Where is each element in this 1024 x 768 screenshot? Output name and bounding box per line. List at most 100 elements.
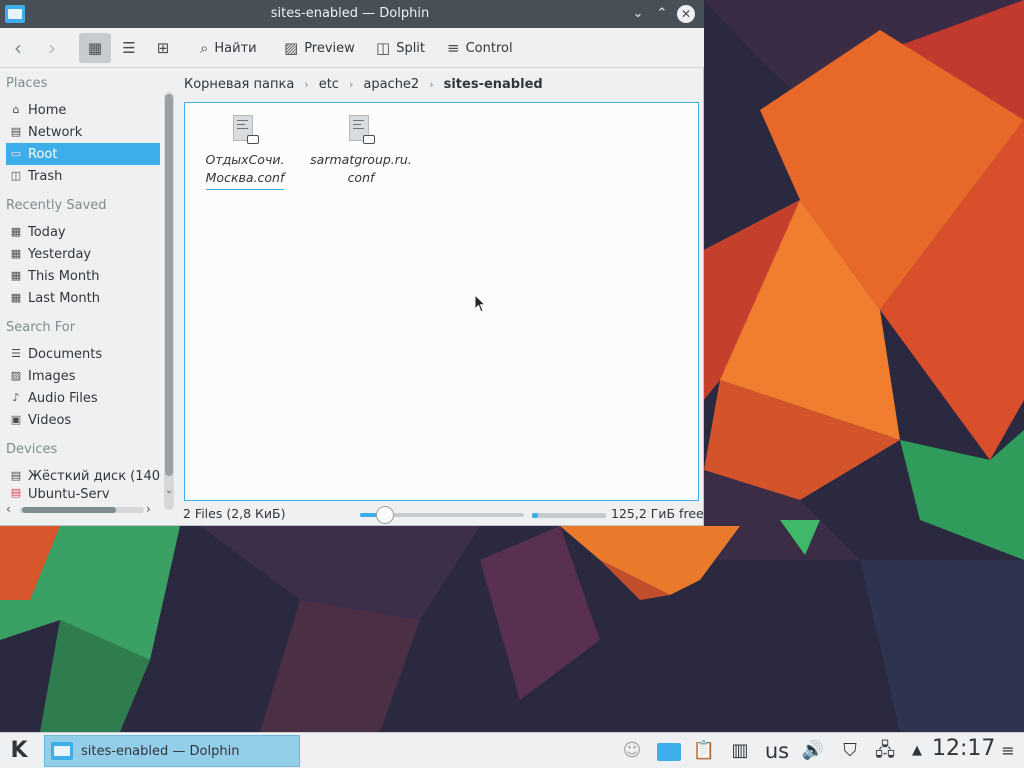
- minimize-button[interactable]: ⌄: [629, 5, 647, 23]
- sidebar-item-audio-files[interactable]: ♪ Audio Files: [6, 387, 160, 409]
- breadcrumb-item-apache2[interactable]: apache2: [363, 77, 419, 92]
- forward-button[interactable]: ›: [42, 33, 66, 63]
- compact-view-button[interactable]: ☰: [113, 33, 145, 63]
- scrollbar-thumb[interactable]: [165, 94, 173, 476]
- network-icon: ▤: [10, 125, 22, 138]
- sidebar-item-label: Trash: [28, 168, 63, 184]
- file-count-text: 2 Files (2,8 КиБ): [183, 506, 286, 521]
- mouse-cursor-icon: [474, 294, 486, 313]
- close-button[interactable]: ✕: [677, 5, 695, 23]
- config-file-icon: [231, 115, 259, 145]
- sidebar-item-label: Yesterday: [28, 246, 92, 262]
- sidebar-item-this-month[interactable]: ▦ This Month: [6, 265, 160, 287]
- removable-drive-icon[interactable]: ▥: [728, 737, 752, 765]
- chevron-up-icon[interactable]: ▲: [908, 737, 926, 765]
- config-file-icon: [347, 115, 375, 145]
- hamburger-menu-icon: ≡: [447, 39, 460, 57]
- breadcrumb: Корневая папка › etc › apache2 › sites-e…: [180, 72, 543, 96]
- file-item[interactable]: ОтдыхСочи. Москва.conf: [190, 115, 300, 190]
- back-icon: ‹: [14, 36, 22, 60]
- taskbar-task-label: sites-enabled — Dolphin: [81, 743, 240, 759]
- sidebar-item-home[interactable]: ⌂ Home: [6, 99, 160, 121]
- home-icon: ⌂: [12, 103, 20, 116]
- places-vertical-scrollbar[interactable]: ⌄: [164, 92, 174, 510]
- control-button[interactable]: ≡ Control: [441, 33, 519, 63]
- preview-button[interactable]: ▨ Preview: [278, 33, 361, 63]
- breadcrumb-item-root[interactable]: Корневая папка: [184, 77, 294, 92]
- clipboard-icon[interactable]: 📋: [692, 737, 716, 765]
- forward-icon: ›: [48, 36, 56, 60]
- maximize-button[interactable]: ⌃: [653, 5, 671, 23]
- drive-icon: ▤: [10, 487, 22, 499]
- file-name-line-2: conf: [347, 170, 375, 185]
- icons-view-icon: ▦: [87, 39, 103, 57]
- user-switch-icon[interactable]: ☺: [620, 737, 644, 765]
- sidebar-item-images[interactable]: ▨ Images: [6, 365, 160, 387]
- disk-usage-bar: [532, 513, 606, 518]
- icons-view-button[interactable]: ▦: [79, 33, 111, 63]
- recently-saved-section-header: Recently Saved: [6, 198, 107, 213]
- places-section-header: Places: [6, 76, 48, 91]
- sidebar-item-hard-disk[interactable]: ▤ Жёсткий диск (140,1 ГиБ): [6, 465, 160, 487]
- taskbar-task-dolphin[interactable]: sites-enabled — Dolphin: [44, 735, 300, 767]
- sidebar-item-label: Last Month: [28, 290, 100, 306]
- dolphin-window[interactable]: sites-enabled — Dolphin ⌄ ⌃ ✕ ‹ › ▦ ☰ ⊞ …: [0, 0, 704, 526]
- speaker-icon[interactable]: 🔊: [800, 737, 826, 765]
- video-icon: ▣: [10, 413, 22, 426]
- zoom-slider-handle[interactable]: [375, 506, 394, 524]
- breadcrumb-separator-icon[interactable]: ›: [429, 78, 433, 91]
- main-toolbar: ‹ › ▦ ☰ ⊞ ⌕ Найти ▨ Preview ◫ Split ≡ Co…: [0, 28, 704, 68]
- compact-view-icon: ☰: [122, 39, 136, 57]
- calendar-icon: ▦: [10, 291, 22, 304]
- breadcrumb-item-etc[interactable]: etc: [319, 77, 339, 92]
- split-label: Split: [396, 40, 426, 56]
- calendar-icon: ▦: [10, 247, 22, 260]
- sidebar-item-last-month[interactable]: ▦ Last Month: [6, 287, 160, 309]
- find-button[interactable]: ⌕ Найти: [194, 33, 263, 63]
- taskbar: K sites-enabled — Dolphin ☺ 📋 ▥ us 🔊 ⛉ 🖧…: [0, 732, 1024, 768]
- sidebar-item-label: Root: [28, 146, 58, 162]
- zoom-slider[interactable]: [360, 506, 524, 524]
- file-item[interactable]: sarmatgroup.ru. conf: [306, 115, 416, 190]
- back-button[interactable]: ‹: [8, 33, 32, 63]
- sidebar-item-network[interactable]: ▤ Network: [6, 121, 160, 143]
- file-name-line-1: ОтдыхСочи.: [205, 152, 285, 167]
- sidebar-item-documents[interactable]: ☰ Documents: [6, 343, 160, 365]
- breadcrumb-item-current[interactable]: sites-enabled: [444, 77, 543, 92]
- software-store-icon[interactable]: [656, 737, 682, 765]
- file-view[interactable]: ОтдыхСочи. Москва.conf sarmatgroup.ru. c…: [184, 102, 699, 501]
- sidebar-item-label: Жёсткий диск (140,1 ГиБ): [28, 468, 160, 484]
- disk-usage-fill: [532, 513, 538, 518]
- image-icon: ▨: [10, 369, 22, 382]
- split-button[interactable]: ◫ Split: [370, 33, 431, 63]
- breadcrumb-separator-icon[interactable]: ›: [349, 78, 353, 91]
- status-bar: 2 Files (2,8 КиБ) 125,2 ГиБ free: [0, 502, 704, 526]
- sidebar-item-trash[interactable]: ◫ Trash: [6, 165, 160, 187]
- free-space-text: 125,2 ГиБ free: [611, 506, 704, 521]
- details-view-button[interactable]: ⊞: [147, 33, 179, 63]
- document-icon: ☰: [11, 347, 21, 360]
- sidebar-item-yesterday[interactable]: ▦ Yesterday: [6, 243, 160, 265]
- window-titlebar[interactable]: sites-enabled — Dolphin ⌄ ⌃ ✕: [0, 0, 704, 28]
- file-name-line-2: Москва.conf: [205, 170, 285, 185]
- sidebar-item-label: Ubuntu-Serv: [28, 487, 110, 501]
- network-icon[interactable]: 🖧: [872, 737, 898, 765]
- sidebar-item-root[interactable]: ▭ Root: [6, 143, 160, 165]
- music-note-icon: ♪: [12, 391, 20, 404]
- sidebar-item-label: Audio Files: [28, 390, 98, 406]
- sidebar-item-today[interactable]: ▦ Today: [6, 221, 160, 243]
- search-icon: ⌕: [200, 39, 209, 57]
- update-shield-icon[interactable]: ⛉: [836, 737, 864, 765]
- search-for-section-header: Search For: [6, 320, 76, 335]
- sidebar-item-videos[interactable]: ▣ Videos: [6, 409, 160, 431]
- kde-logo-icon[interactable]: K: [4, 736, 34, 766]
- sidebar-item-ubuntu[interactable]: ▤ Ubuntu-Serv: [6, 487, 160, 501]
- places-panel: Places ⌂ Home ▤ Network ▭ Root ◫ Trash Recen…: [0, 68, 178, 520]
- chevron-down-icon[interactable]: ⌄: [163, 486, 175, 496]
- keyboard-layout-indicator[interactable]: us: [762, 737, 792, 765]
- hamburger-menu-icon[interactable]: ≡: [998, 737, 1018, 765]
- details-view-icon: ⊞: [156, 39, 170, 57]
- window-title: sites-enabled — Dolphin: [270, 6, 430, 21]
- breadcrumb-separator-icon[interactable]: ›: [304, 78, 308, 91]
- clock[interactable]: 12:17: [932, 736, 995, 761]
